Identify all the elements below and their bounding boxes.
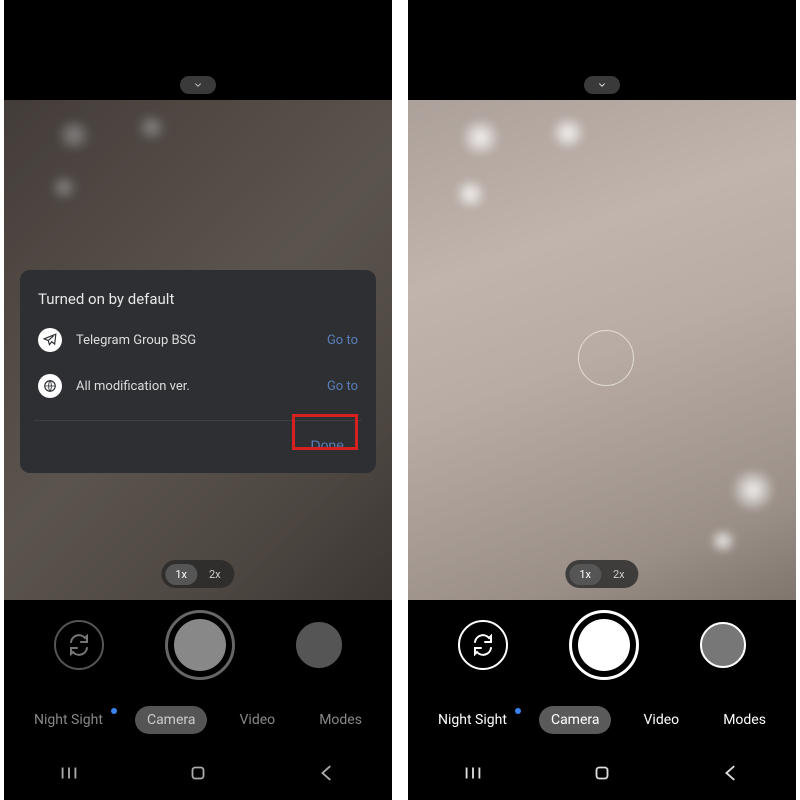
lens-flare [728, 470, 778, 510]
phone-right: 1x 2x Night Sight Camera Video Modes [408, 0, 796, 800]
zoom-1x[interactable]: 1x [165, 564, 197, 585]
mode-camera[interactable]: Camera [539, 706, 612, 734]
shutter-button[interactable] [165, 610, 235, 680]
lens-flare [134, 115, 169, 140]
lens-flare [458, 120, 503, 155]
zoom-control[interactable]: 1x 2x [565, 560, 638, 588]
top-bar [408, 0, 796, 100]
lens-flare [548, 118, 588, 148]
dialog-title: Turned on by default [38, 290, 358, 308]
expand-handle[interactable] [584, 76, 620, 94]
mode-night-sight[interactable]: Night Sight [22, 706, 115, 734]
phone-left: Turned on by default Telegram Group BSG … [4, 0, 392, 800]
zoom-2x[interactable]: 2x [603, 564, 635, 585]
lens-flare [708, 530, 738, 552]
top-bar [4, 0, 392, 100]
shutter-button[interactable] [569, 610, 639, 680]
gallery-thumbnail[interactable] [700, 622, 746, 668]
back-button[interactable] [720, 762, 742, 788]
mode-video[interactable]: Video [228, 706, 288, 734]
mode-video[interactable]: Video [632, 706, 692, 734]
home-button[interactable] [187, 762, 209, 788]
focus-ring [578, 330, 634, 386]
android-navbar [408, 750, 796, 800]
shutter-inner [578, 619, 630, 671]
zoom-2x[interactable]: 2x [199, 564, 231, 585]
switch-camera-button[interactable] [54, 620, 104, 670]
back-button[interactable] [316, 762, 338, 788]
dialog-row-label: All modification ver. [76, 379, 313, 394]
switch-camera-button[interactable] [458, 620, 508, 670]
dialog-row-label: Telegram Group BSG [76, 333, 313, 348]
notification-dot [515, 708, 521, 714]
camera-controls [4, 600, 392, 690]
recents-button[interactable] [58, 762, 80, 788]
goto-link[interactable]: Go to [327, 333, 358, 348]
goto-link[interactable]: Go to [327, 379, 358, 394]
settings-dialog: Turned on by default Telegram Group BSG … [20, 270, 376, 473]
zoom-1x[interactable]: 1x [569, 564, 601, 585]
notification-dot [111, 708, 117, 714]
dialog-row-mods[interactable]: All modification ver. Go to [38, 374, 358, 398]
divider [34, 420, 362, 421]
mode-selector: Night Sight Camera Video Modes [408, 690, 796, 750]
done-button[interactable]: Done [297, 431, 358, 459]
lens-flare [49, 175, 79, 200]
mode-selector: Night Sight Camera Video Modes [4, 690, 392, 750]
viewfinder[interactable]: Turned on by default Telegram Group BSG … [4, 100, 392, 600]
mode-modes[interactable]: Modes [711, 706, 778, 734]
zoom-control[interactable]: 1x 2x [161, 560, 234, 588]
mode-camera[interactable]: Camera [135, 706, 208, 734]
mode-modes[interactable]: Modes [307, 706, 374, 734]
camera-controls [408, 600, 796, 690]
globe-icon [38, 374, 62, 398]
viewfinder[interactable]: 1x 2x [408, 100, 796, 600]
lens-flare [54, 120, 94, 150]
mode-night-sight[interactable]: Night Sight [426, 706, 519, 734]
expand-handle[interactable] [180, 76, 216, 94]
home-button[interactable] [591, 762, 613, 788]
lens-flare [453, 180, 488, 208]
shutter-inner [174, 619, 226, 671]
telegram-icon [38, 328, 62, 352]
gallery-thumbnail[interactable] [296, 622, 342, 668]
recents-button[interactable] [462, 762, 484, 788]
android-navbar [4, 750, 392, 800]
dialog-row-telegram[interactable]: Telegram Group BSG Go to [38, 328, 358, 352]
